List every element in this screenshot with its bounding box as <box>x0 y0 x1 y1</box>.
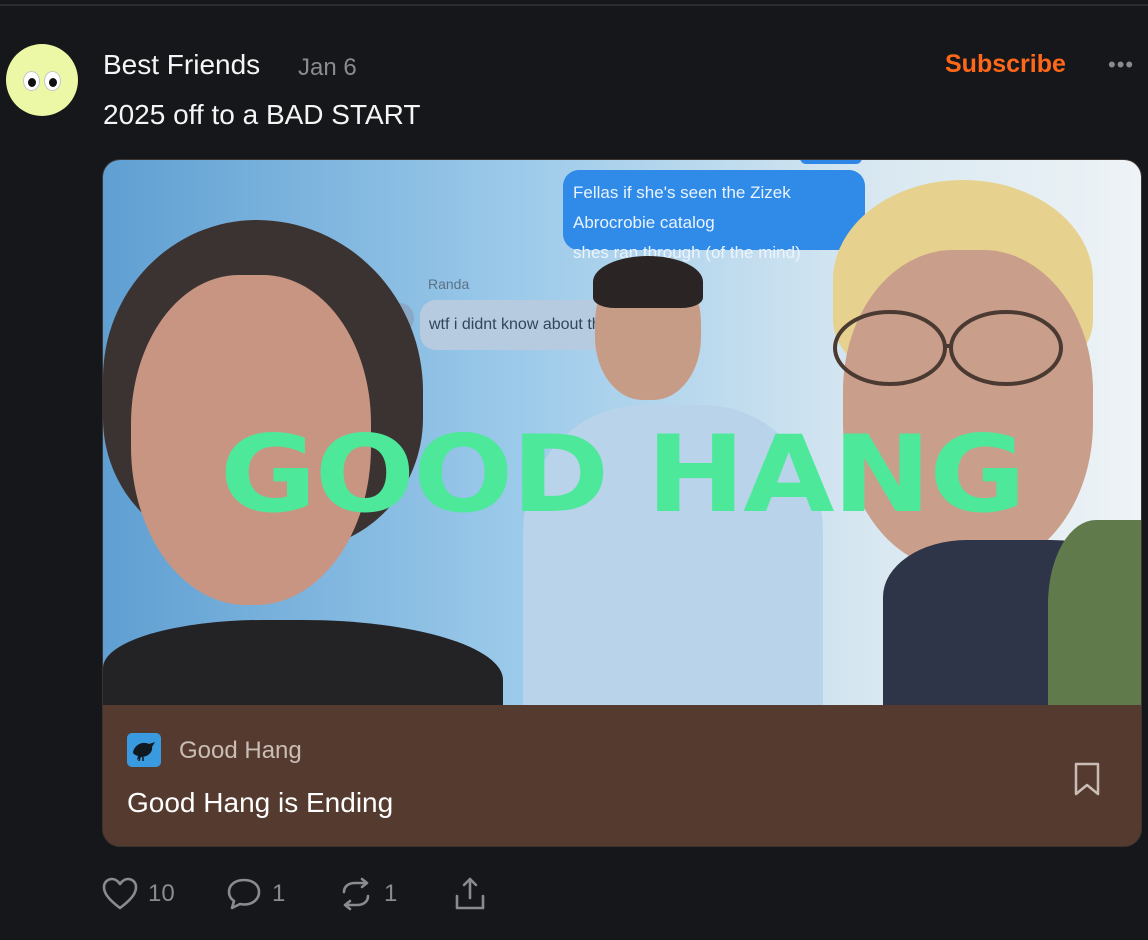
author-avatar[interactable] <box>6 44 78 116</box>
card-footer[interactable]: Good Hang Good Hang is Ending <box>103 705 1141 846</box>
author-name[interactable]: Best Friends <box>103 49 260 81</box>
restack-button[interactable]: 1 <box>338 872 397 916</box>
post-title[interactable]: Good Hang is Ending <box>127 787 393 819</box>
post-embed-card[interactable]: Fellas if she's seen the Zizek Abrocrobi… <box>102 159 1142 847</box>
subscribe-button[interactable]: Subscribe <box>945 50 1066 79</box>
heart-icon <box>102 877 138 910</box>
bookmark-icon[interactable] <box>1071 761 1103 797</box>
post-date[interactable]: Jan 6 <box>298 54 357 82</box>
share-icon <box>455 877 485 910</box>
comment-icon <box>227 878 261 910</box>
thumbnail-headline: GOOD HANG <box>219 411 1026 537</box>
like-button[interactable]: 10 <box>102 872 175 916</box>
restack-count: 1 <box>384 880 398 907</box>
comment-count: 1 <box>272 880 286 907</box>
message-bubble-stub <box>800 160 862 164</box>
message-bubble-line: Fellas if she's seen the Zizek Abrocrobi… <box>573 183 791 232</box>
restack-icon <box>342 877 370 911</box>
glasses-icon <box>833 310 1063 386</box>
post-text: 2025 off to a BAD START <box>103 99 421 130</box>
eyes-icon <box>23 71 61 91</box>
publication-name[interactable]: Good Hang <box>179 737 302 765</box>
ellipsis-icon[interactable]: ••• <box>1108 52 1134 78</box>
comment-button[interactable]: 1 <box>226 872 285 916</box>
post-thumbnail: Fellas if she's seen the Zizek Abrocrobi… <box>103 160 1141 705</box>
top-divider <box>0 4 1148 6</box>
message-bubble: Fellas if she's seen the Zizek Abrocrobi… <box>563 170 865 262</box>
bird-logo-icon <box>127 733 161 767</box>
like-count: 10 <box>148 880 175 907</box>
share-button[interactable] <box>452 872 488 916</box>
reply-sender: Randa <box>428 276 470 292</box>
